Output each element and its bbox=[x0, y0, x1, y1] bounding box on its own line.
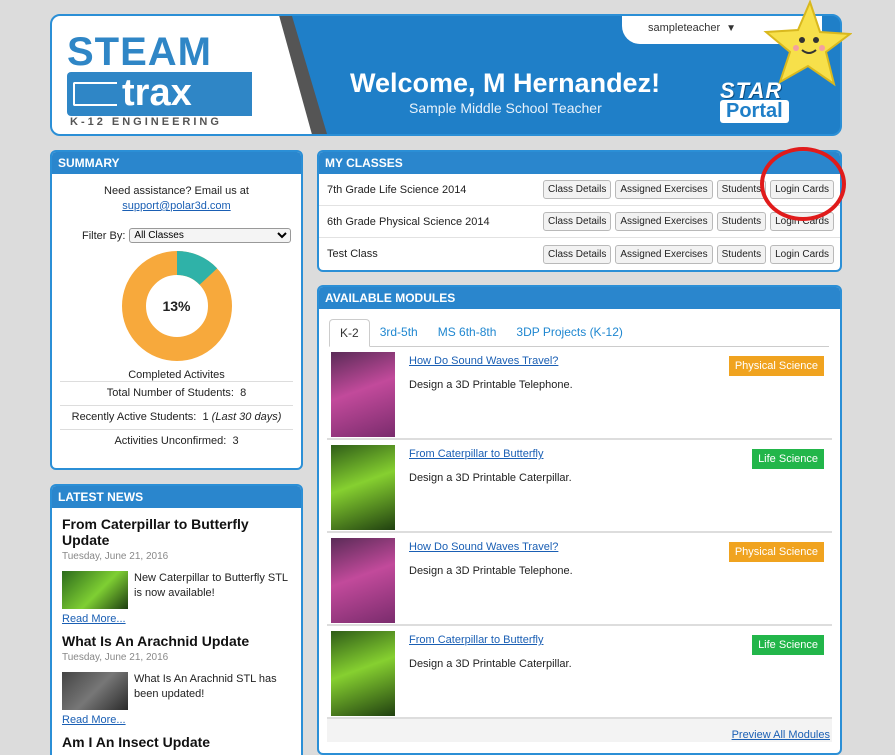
support-email-link[interactable]: support@polar3d.com bbox=[122, 200, 230, 212]
page-header: STEAM trax K-12 ENGINEERING sampleteache… bbox=[50, 14, 842, 136]
news-item-date: Tuesday, June 21, 2016 bbox=[62, 551, 169, 562]
module-title-link[interactable]: How Do Sound Waves Travel? bbox=[409, 541, 558, 553]
module-subject-badge: Life Science bbox=[752, 635, 824, 655]
login-cards-button[interactable]: Login Cards bbox=[770, 244, 835, 264]
filter-label: Filter By: bbox=[82, 229, 126, 242]
stat-active-students: Recently Active Students: 1 (Last 30 day… bbox=[60, 405, 293, 429]
class-name: Test Class bbox=[327, 248, 378, 260]
logo-steam-text: STEAM bbox=[67, 30, 212, 74]
summary-panel: SUMMARY Need assistance? Email us at sup… bbox=[50, 150, 303, 470]
username[interactable]: sampleteacher bbox=[648, 22, 720, 34]
module-thumbnail[interactable] bbox=[331, 631, 395, 716]
module-subject-badge: Life Science bbox=[752, 449, 824, 469]
news-thumbnail bbox=[62, 672, 128, 710]
summary-title: SUMMARY bbox=[52, 152, 301, 174]
read-more-link[interactable]: Read More... bbox=[62, 714, 291, 726]
stat-label: Activities Unconfirmed: bbox=[114, 435, 227, 447]
students-button[interactable]: Students bbox=[716, 244, 767, 264]
news-item-title: Am I An Insect Update bbox=[62, 734, 211, 750]
module-thumbnail[interactable] bbox=[331, 538, 395, 623]
news-title: LATEST NEWS bbox=[52, 486, 301, 508]
news-item: What Is An Arachnid Update Tuesday, June… bbox=[52, 625, 301, 726]
logo-trax-text: trax bbox=[67, 72, 257, 116]
class-name: 7th Grade Life Science 2014 bbox=[327, 183, 467, 196]
news-item-body: What Is An Arachnid STL has been updated… bbox=[62, 672, 291, 710]
steamtrax-logo[interactable]: STEAM trax K-12 ENGINEERING bbox=[52, 16, 267, 134]
portal-word: Portal bbox=[720, 100, 789, 123]
module-tabs: K-2 3rd-5th MS 6th-8th 3DP Projects (K-1… bbox=[329, 319, 829, 347]
filter-select[interactable]: All Classes bbox=[129, 228, 292, 243]
module-item: How Do Sound Waves Travel? Design a 3D P… bbox=[327, 533, 832, 626]
welcome-heading: Welcome, M Hernandez! bbox=[350, 68, 661, 98]
module-description: Design a 3D Printable Caterpillar. bbox=[409, 658, 572, 670]
tab-ms-6th-8th[interactable]: MS 6th-8th bbox=[428, 319, 507, 346]
logo-trax-label: trax bbox=[122, 72, 192, 114]
class-row: 6th Grade Physical Science 2014 Class De… bbox=[319, 206, 840, 238]
news-item-text: What Is An Arachnid STL has been updated… bbox=[134, 673, 277, 700]
news-item-date: Tuesday, June 21, 2016 bbox=[62, 652, 169, 663]
class-details-button[interactable]: Class Details bbox=[543, 244, 612, 264]
star-mascot-icon bbox=[763, 0, 852, 87]
class-details-button[interactable]: Class Details bbox=[543, 180, 612, 199]
module-item: From Caterpillar to Butterfly Design a 3… bbox=[327, 626, 832, 719]
tab-3rd-5th[interactable]: 3rd-5th bbox=[370, 319, 428, 346]
stat-value: 3 bbox=[232, 435, 239, 447]
stat-note: (Last 30 days) bbox=[211, 411, 282, 423]
news-thumbnail bbox=[62, 571, 128, 609]
news-item-title: What Is An Arachnid Update bbox=[62, 633, 250, 649]
tab-k-2[interactable]: K-2 bbox=[329, 319, 370, 347]
user-menu[interactable]: sampleteacher ▼ bbox=[648, 22, 736, 34]
completed-label: Completed Activites bbox=[128, 369, 225, 381]
module-title-link[interactable]: How Do Sound Waves Travel? bbox=[409, 355, 558, 367]
module-list: How Do Sound Waves Travel? Design a 3D P… bbox=[327, 347, 832, 742]
stat-unconfirmed: Activities Unconfirmed: 3 bbox=[60, 429, 293, 453]
class-name: 6th Grade Physical Science 2014 bbox=[327, 215, 490, 228]
module-item: From Caterpillar to Butterfly Design a 3… bbox=[327, 440, 832, 533]
students-button[interactable]: Students bbox=[716, 212, 767, 231]
news-item-text: New Caterpillar to Butterfly STL is now … bbox=[134, 572, 288, 599]
assigned-exercises-button[interactable]: Assigned Exercises bbox=[615, 180, 713, 199]
module-thumbnail[interactable] bbox=[331, 445, 395, 530]
available-modules-panel: AVAILABLE MODULES K-2 3rd-5th MS 6th-8th… bbox=[317, 285, 842, 755]
assistance-text: Need assistance? Email us at support@pol… bbox=[52, 184, 301, 214]
latest-news-panel: LATEST NEWS From Caterpillar to Butterfl… bbox=[50, 484, 303, 755]
class-details-button[interactable]: Class Details bbox=[543, 212, 612, 231]
completion-donut: 13% bbox=[121, 251, 232, 361]
stat-label: Recently Active Students: bbox=[71, 411, 197, 423]
assigned-exercises-button[interactable]: Assigned Exercises bbox=[615, 212, 713, 231]
news-item-title: From Caterpillar to Butterfly Update bbox=[62, 516, 249, 548]
circuit-icon bbox=[73, 82, 117, 106]
stat-total-students: Total Number of Students: 8 bbox=[60, 381, 293, 405]
news-item: Am I An Insect Update bbox=[52, 726, 301, 750]
class-row: Test Class Class Details Assigned Exerci… bbox=[319, 238, 840, 270]
read-more-link[interactable]: Read More... bbox=[62, 613, 291, 625]
filter-row: Filter By: All Classes bbox=[82, 228, 301, 243]
module-description: Design a 3D Printable Telephone. bbox=[409, 565, 573, 577]
module-title-link[interactable]: From Caterpillar to Butterfly bbox=[409, 634, 543, 646]
modules-title: AVAILABLE MODULES bbox=[319, 287, 840, 309]
assigned-exercises-button[interactable]: Assigned Exercises bbox=[615, 244, 713, 264]
preview-all-modules-link[interactable]: Preview All Modules bbox=[732, 729, 830, 741]
completion-percent: 13% bbox=[162, 298, 191, 314]
module-item: How Do Sound Waves Travel? Design a 3D P… bbox=[327, 347, 832, 440]
logo-tagline: K-12 ENGINEERING bbox=[70, 116, 222, 128]
module-title-link[interactable]: From Caterpillar to Butterfly bbox=[409, 448, 543, 460]
module-thumbnail[interactable] bbox=[331, 352, 395, 437]
welcome-subtitle: Sample Middle School Teacher bbox=[409, 100, 602, 116]
stat-label: Total Number of Students: bbox=[106, 387, 234, 399]
students-button[interactable]: Students bbox=[716, 180, 767, 199]
stat-value: 1 bbox=[202, 411, 209, 423]
module-description: Design a 3D Printable Telephone. bbox=[409, 379, 573, 391]
assist-text: Need assistance? Email us at bbox=[104, 185, 249, 197]
news-item: From Caterpillar to Butterfly Update Tue… bbox=[52, 508, 301, 625]
news-item-body: New Caterpillar to Butterfly STL is now … bbox=[62, 571, 291, 609]
module-description: Design a 3D Printable Caterpillar. bbox=[409, 472, 572, 484]
caret-down-icon[interactable]: ▼ bbox=[726, 23, 736, 34]
module-subject-badge: Physical Science bbox=[728, 542, 824, 562]
tab-3dp-projects[interactable]: 3DP Projects (K-12) bbox=[506, 319, 632, 346]
module-subject-badge: Physical Science bbox=[728, 356, 824, 376]
highlight-circle bbox=[760, 147, 846, 221]
stat-value: 8 bbox=[240, 387, 247, 399]
